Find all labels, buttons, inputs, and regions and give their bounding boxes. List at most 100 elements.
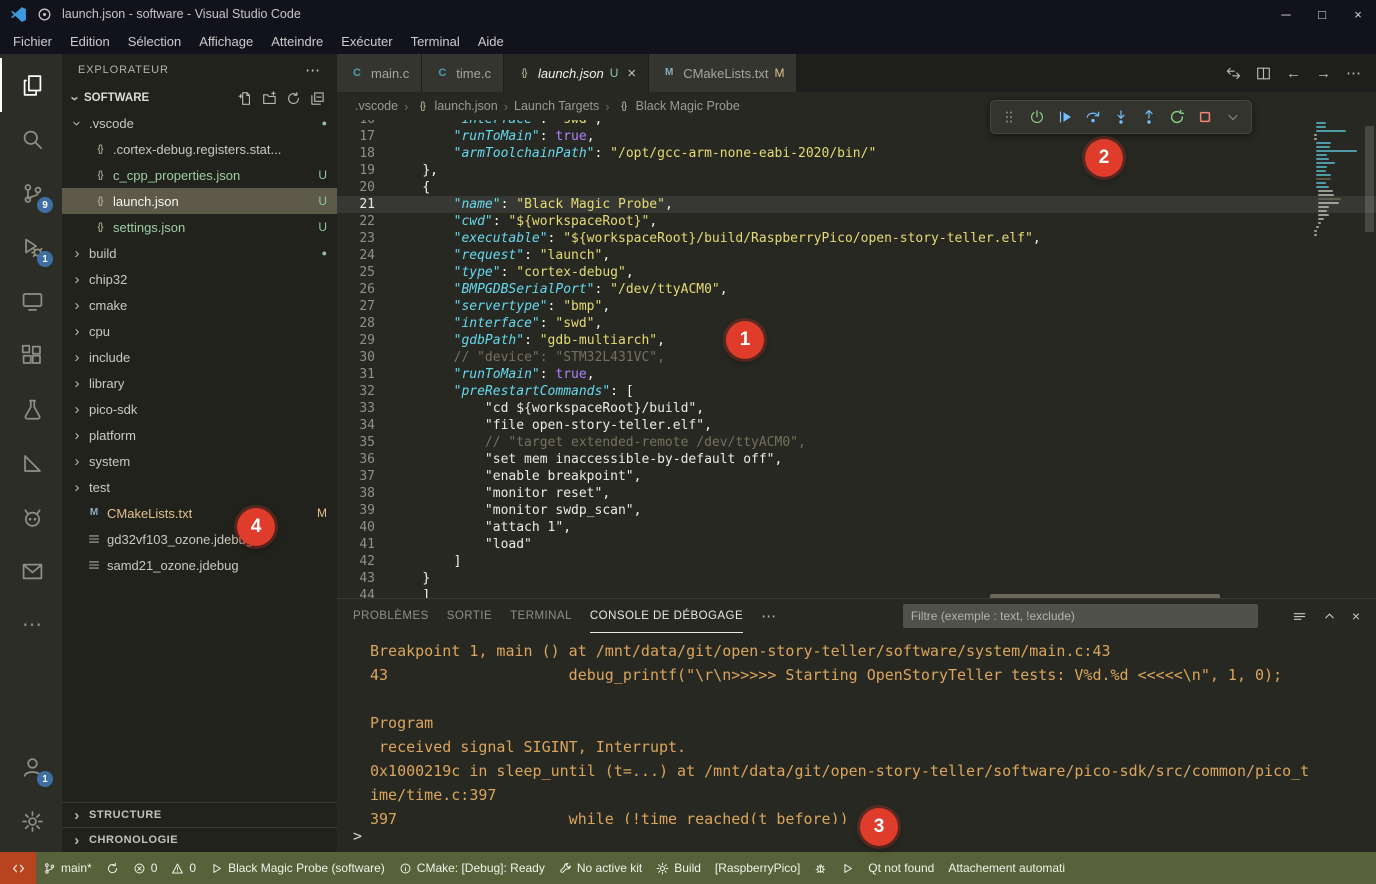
menu-item-fichier[interactable]: Fichier (4, 31, 61, 52)
line-number[interactable]: 34 (337, 417, 391, 434)
chevron-up-icon[interactable] (1322, 609, 1337, 624)
tree-item-launch-json[interactable]: {}launch.jsonU (62, 188, 337, 214)
line-number[interactable]: 23 (337, 230, 391, 247)
code-editor[interactable]: 16 "interface": "swd",17 "runToMain": tr… (337, 120, 1376, 598)
line-number[interactable]: 40 (337, 519, 391, 536)
code-line[interactable]: 31 "runToMain": true, (337, 366, 1376, 383)
menu-item-edition[interactable]: Edition (61, 31, 119, 52)
sidebar-section-chronologie[interactable]: ›CHRONOLOGIE (62, 827, 337, 852)
line-number[interactable]: 19 (337, 162, 391, 179)
minimap[interactable] (1312, 122, 1360, 238)
tree-item-platform[interactable]: ›platform (62, 422, 337, 448)
tree-item-cortex-debug-registers-stat[interactable]: {}.cortex-debug.registers.stat... (62, 136, 337, 162)
sidebar-section-structure[interactable]: ›STRUCTURE (62, 802, 337, 827)
status-cmake-kit[interactable]: No active kit (552, 852, 649, 884)
line-number[interactable]: 33 (337, 400, 391, 417)
new-folder-icon[interactable] (262, 91, 277, 106)
tree-item-settings-json[interactable]: {}settings.jsonU (62, 214, 337, 240)
code-line[interactable]: 32 "preRestartCommands": [ (337, 383, 1376, 400)
line-number[interactable]: 42 (337, 553, 391, 570)
close-icon[interactable]: × (627, 65, 636, 82)
tab-launch-json[interactable]: {}launch.jsonU× (504, 54, 648, 92)
activity-item-extensions[interactable] (0, 328, 62, 382)
power-icon[interactable] (1024, 104, 1050, 130)
code-line[interactable]: 25 "type": "cortex-debug", (337, 264, 1376, 281)
code-line[interactable]: 21 "name": "Black Magic Probe", (337, 196, 1376, 213)
panel-tab-console-de-d-bogage[interactable]: CONSOLE DE DÉBOGAGE (590, 599, 743, 633)
tree-item-library[interactable]: ›library (62, 370, 337, 396)
activity-item-testing[interactable] (0, 382, 62, 436)
code-line[interactable]: 42 ] (337, 553, 1376, 570)
folder-section-header[interactable]: › SOFTWARE (62, 86, 337, 110)
line-number[interactable]: 32 (337, 383, 391, 400)
breadcrumb-item-vscode[interactable]: .vscode (355, 99, 398, 113)
status-errors[interactable]: 0 (126, 852, 165, 884)
code-line[interactable]: 34 "file open-story-teller.elf", (337, 417, 1376, 434)
code-line[interactable]: 44 ] (337, 587, 1376, 598)
panel-tab-terminal[interactable]: TERMINAL (510, 599, 572, 633)
activity-item-explorer[interactable] (0, 58, 62, 112)
code-line[interactable]: 29 "gdbPath": "gdb-multiarch", (337, 332, 1376, 349)
activity-item-settings[interactable] (0, 794, 62, 848)
restart-icon[interactable] (1164, 104, 1190, 130)
code-line[interactable]: 18 "armToolchainPath": "/opt/gcc-arm-non… (337, 145, 1376, 162)
minimize-button[interactable]: ─ (1268, 0, 1304, 28)
tree-item-test[interactable]: ›test (62, 474, 337, 500)
code-line[interactable]: 20 { (337, 179, 1376, 196)
code-line[interactable]: 41 "load" (337, 536, 1376, 553)
menu-item-s-lection[interactable]: Sélection (119, 31, 190, 52)
menu-item-aide[interactable]: Aide (469, 31, 513, 52)
activity-item-source-control[interactable]: 9 (0, 166, 62, 220)
line-number[interactable]: 39 (337, 502, 391, 519)
activity-item-messages[interactable] (0, 544, 62, 598)
line-number[interactable]: 31 (337, 366, 391, 383)
status-warnings[interactable]: 0 (164, 852, 203, 884)
status-auto-attach[interactable]: Attachement automati (941, 852, 1072, 884)
arrow-right-icon[interactable]: → (1316, 66, 1331, 81)
line-number[interactable]: 38 (337, 485, 391, 502)
line-number[interactable]: 17 (337, 128, 391, 145)
menu-item-affichage[interactable]: Affichage (190, 31, 262, 52)
code-line[interactable]: 36 "set mem inaccessible-by-default off"… (337, 451, 1376, 468)
status-remote[interactable] (0, 852, 36, 884)
status-cmake-target[interactable]: [RaspberryPico] (708, 852, 807, 884)
line-number[interactable]: 36 (337, 451, 391, 468)
status-sync[interactable] (99, 852, 126, 884)
tab-time-c[interactable]: Ctime.c (422, 54, 503, 92)
line-number[interactable]: 16 (337, 120, 391, 128)
tree-item-vscode[interactable]: ›.vscode● (62, 110, 337, 136)
panel-tab-sortie[interactable]: SORTIE (447, 599, 492, 633)
activity-item-cmake[interactable] (0, 436, 62, 490)
line-number[interactable]: 30 (337, 349, 391, 366)
panel-tab-probl-mes[interactable]: PROBLÈMES (353, 599, 429, 633)
split-editor-icon[interactable] (1256, 66, 1271, 81)
tree-item-system[interactable]: ›system (62, 448, 337, 474)
tree-item-gd32vf103-ozone-jdebug[interactable]: gd32vf103_ozone.jdebug (62, 526, 337, 552)
code-line[interactable]: 22 "cwd": "${workspaceRoot}", (337, 213, 1376, 230)
stop-icon[interactable] (1192, 104, 1218, 130)
add-configuration-button[interactable]: Ajouter une configuration... (990, 594, 1220, 598)
breadcrumb-item-black-magic-probe[interactable]: {}Black Magic Probe (616, 99, 740, 113)
tab-cmakelists-txt[interactable]: MCMakeLists.txtM (649, 54, 796, 92)
arrow-left-icon[interactable]: ← (1286, 66, 1301, 81)
code-line[interactable]: 28 "interface": "swd", (337, 315, 1376, 332)
tree-item-c-cpp-properties-json[interactable]: {}c_cpp_properties.jsonU (62, 162, 337, 188)
collapse-all-icon[interactable] (310, 91, 325, 106)
line-number[interactable]: 28 (337, 315, 391, 332)
line-number[interactable]: 21 (337, 196, 391, 213)
code-line[interactable]: 27 "servertype": "bmp", (337, 298, 1376, 315)
line-number[interactable]: 27 (337, 298, 391, 315)
breadcrumb-item-launch-targets[interactable]: Launch Targets (514, 99, 599, 113)
tree-item-chip32[interactable]: ›chip32 (62, 266, 337, 292)
code-line[interactable]: 43 } (337, 570, 1376, 587)
line-number[interactable]: 26 (337, 281, 391, 298)
step-over-icon[interactable] (1080, 104, 1106, 130)
tree-item-cpu[interactable]: ›cpu (62, 318, 337, 344)
status-cmake-status[interactable]: CMake: [Debug]: Ready (392, 852, 552, 884)
lines-icon[interactable] (1292, 609, 1307, 624)
editor-scrollbar[interactable] (1365, 126, 1374, 232)
refresh-icon[interactable] (286, 91, 301, 106)
step-into-icon[interactable] (1108, 104, 1134, 130)
code-line[interactable]: 39 "monitor swdp_scan", (337, 502, 1376, 519)
code-line[interactable]: 40 "attach 1", (337, 519, 1376, 536)
